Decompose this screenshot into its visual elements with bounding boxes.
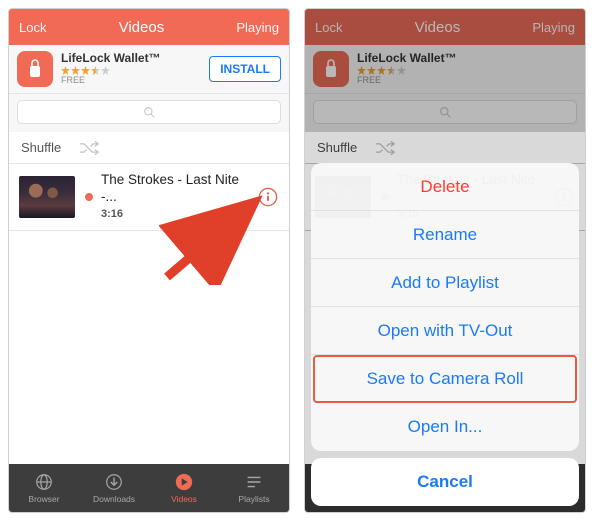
sheet-delete[interactable]: Delete [311, 163, 579, 211]
action-sheet-overlay: Delete Rename Add to Playlist Open with … [305, 9, 585, 512]
search-bar-wrap [9, 94, 289, 132]
nav-playing-button[interactable]: Playing [236, 20, 279, 35]
tab-videos[interactable]: Videos [149, 464, 219, 512]
phone-screenshot-left: Lock Videos Playing LifeLock Wallet™ FRE… [8, 8, 290, 513]
nav-lock-button[interactable]: Lock [19, 20, 46, 35]
search-icon [143, 106, 156, 119]
sheet-open-tv-out[interactable]: Open with TV-Out [311, 307, 579, 355]
tab-downloads[interactable]: Downloads [79, 464, 149, 512]
video-row[interactable]: The Strokes - Last Nite -... 3:16 [9, 164, 289, 231]
sheet-save-camera-roll[interactable]: Save to Camera Roll [313, 355, 577, 403]
tab-bar: Browser Downloads Videos Playlists [9, 464, 289, 512]
info-icon [258, 187, 278, 207]
video-duration: 3:16 [101, 208, 257, 222]
video-thumbnail [19, 176, 75, 218]
nav-title: Videos [119, 19, 165, 36]
shuffle-icon [79, 141, 99, 155]
ad-app-icon [17, 51, 53, 87]
navbar: Lock Videos Playing [9, 9, 289, 45]
sheet-add-to-playlist[interactable]: Add to Playlist [311, 259, 579, 307]
ad-star-rating [61, 66, 209, 75]
sheet-rename[interactable]: Rename [311, 211, 579, 259]
tab-playlists-label: Playlists [238, 494, 269, 504]
video-title: The Strokes - Last Nite -... [101, 172, 257, 206]
playlist-icon [244, 472, 264, 492]
sheet-cancel-button[interactable]: Cancel [311, 458, 579, 506]
tab-videos-label: Videos [171, 494, 197, 504]
unplayed-dot-icon [85, 193, 93, 201]
globe-icon [34, 472, 54, 492]
shuffle-label: Shuffle [21, 140, 61, 155]
tab-playlists[interactable]: Playlists [219, 464, 289, 512]
tab-downloads-label: Downloads [93, 494, 135, 504]
install-button[interactable]: INSTALL [209, 56, 281, 82]
ad-banner[interactable]: LifeLock Wallet™ FREE INSTALL [9, 45, 289, 94]
ad-price-label: FREE [61, 76, 209, 86]
tab-browser[interactable]: Browser [9, 464, 79, 512]
shuffle-row[interactable]: Shuffle [9, 132, 289, 164]
search-input[interactable] [17, 100, 281, 124]
download-icon [104, 472, 124, 492]
tab-browser-label: Browser [28, 494, 59, 504]
play-icon [174, 472, 194, 492]
info-button[interactable] [257, 186, 279, 208]
action-sheet: Delete Rename Add to Playlist Open with … [311, 163, 579, 451]
phone-screenshot-right: Lock Videos Playing LifeLock Wallet™ FRE… [304, 8, 586, 513]
sheet-open-in[interactable]: Open In... [311, 403, 579, 451]
ad-title: LifeLock Wallet™ [61, 52, 209, 65]
